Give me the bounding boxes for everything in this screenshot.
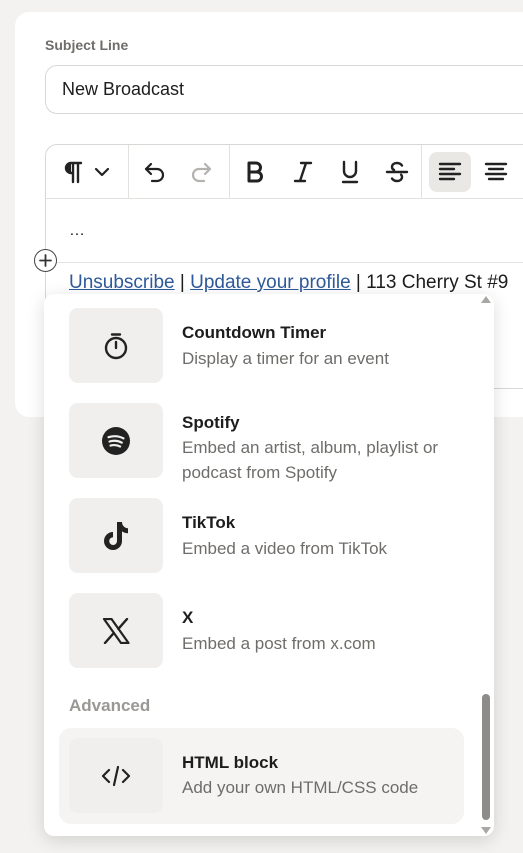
menu-item-title: Spotify <box>182 413 240 432</box>
toolbar-divider <box>229 145 230 198</box>
footer-divider <box>57 262 523 263</box>
footer-separator: | <box>174 272 191 293</box>
email-footer: Unsubscribe | Update your profile | 113 … <box>69 272 523 294</box>
align-left-icon[interactable] <box>434 145 466 198</box>
menu-scrollbar[interactable] <box>481 294 491 836</box>
menu-item-title: TikTok <box>182 513 236 532</box>
chevron-down-icon[interactable] <box>90 145 114 198</box>
menu-item-description: Embed a post from x.com <box>182 634 376 653</box>
scroll-up-arrow-icon[interactable] <box>481 296 491 303</box>
menu-item-tiktok[interactable]: TikTok Embed a video from TikTok <box>44 496 464 576</box>
undo-icon[interactable] <box>140 145 170 198</box>
menu-item-countdown-timer[interactable]: Countdown Timer Display a timer for an e… <box>44 306 464 386</box>
formatting-toolbar <box>46 145 523 199</box>
subject-label: Subject Line <box>45 37 129 53</box>
section-heading-advanced: Advanced <box>69 696 151 715</box>
menu-item-title: HTML block <box>182 753 279 772</box>
code-icon <box>69 738 163 813</box>
scroll-down-arrow-icon[interactable] <box>481 827 491 834</box>
unsubscribe-link[interactable]: Unsubscribe <box>69 272 175 293</box>
menu-item-title: X <box>182 608 194 627</box>
italic-icon[interactable] <box>288 145 318 198</box>
align-center-icon[interactable] <box>480 145 512 198</box>
menu-item-html-block[interactable]: HTML block Add your own HTML/CSS code <box>59 728 464 824</box>
bold-icon[interactable] <box>240 145 270 198</box>
spotify-icon <box>69 403 163 478</box>
menu-item-description: Display a timer for an event <box>182 349 389 368</box>
strikethrough-icon[interactable] <box>382 145 412 198</box>
subject-input[interactable]: New Broadcast <box>45 65 523 114</box>
menu-item-description: Embed an artist, album, playlist or podc… <box>182 438 439 482</box>
tiktok-icon <box>69 498 163 573</box>
plus-icon <box>39 254 52 267</box>
paragraph-icon[interactable] <box>58 145 88 198</box>
menu-item-description: Add your own HTML/CSS code <box>182 778 419 797</box>
menu-item-spotify[interactable]: Spotify Embed an artist, album, playlist… <box>44 401 464 482</box>
menu-item-title: Countdown Timer <box>182 323 327 342</box>
toolbar-divider <box>421 145 422 198</box>
x-logo-icon <box>69 593 163 668</box>
footer-address: 113 Cherry St #9 <box>366 272 509 293</box>
menu-item-description: Embed a video from TikTok <box>182 539 388 558</box>
update-profile-link[interactable]: Update your profile <box>190 272 351 293</box>
underline-icon[interactable] <box>335 145 365 198</box>
toolbar-divider <box>128 145 129 198</box>
collapsed-content-ellipsis[interactable]: … <box>69 222 85 240</box>
redo-icon[interactable] <box>186 145 216 198</box>
block-picker-menu[interactable]: Countdown Timer Display a timer for an e… <box>44 294 494 836</box>
footer-separator: | <box>350 272 367 293</box>
menu-item-x[interactable]: X Embed a post from x.com <box>44 591 464 671</box>
scrollbar-thumb[interactable] <box>482 694 490 820</box>
add-block-button[interactable] <box>34 249 57 272</box>
stopwatch-icon <box>69 308 163 383</box>
